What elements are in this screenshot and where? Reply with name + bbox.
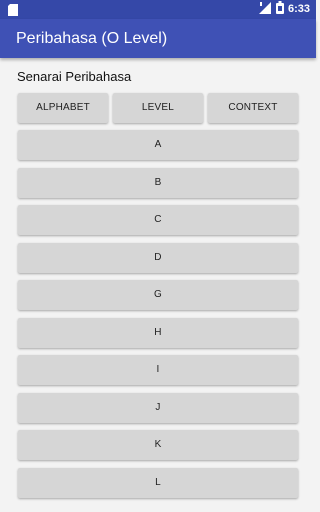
status-time: 6:33 [287, 3, 310, 15]
level-button[interactable]: LEVEL [113, 93, 203, 123]
status-icons: 6:33 [258, 0, 310, 19]
sort-tabs: ALPHABET LEVEL CONTEXT [18, 93, 298, 123]
letter-button-j[interactable]: J [18, 392, 298, 423]
letter-button-l[interactable]: L [18, 467, 298, 498]
letter-button-c[interactable]: C [18, 205, 298, 235]
letter-button-a[interactable]: A [18, 130, 298, 160]
signal-icon [258, 1, 272, 19]
sd-card-icon [8, 3, 18, 16]
letter-button-g[interactable]: G [18, 280, 298, 310]
letter-button-h[interactable]: H [18, 317, 298, 348]
app-title: Peribahasa (O Level) [16, 30, 168, 47]
battery-icon [275, 0, 284, 19]
letter-button-d[interactable]: D [18, 242, 298, 273]
app-bar: Peribahasa (O Level) [0, 19, 316, 58]
context-button[interactable]: CONTEXT [208, 93, 298, 123]
letter-button-b[interactable]: B [18, 167, 298, 198]
letter-button-i[interactable]: I [18, 355, 298, 385]
letter-button-k[interactable]: K [18, 430, 298, 460]
status-bar: 6:33 [0, 0, 316, 19]
list-heading: Senarai Peribahasa [17, 69, 132, 84]
alphabet-button[interactable]: ALPHABET [18, 93, 108, 123]
